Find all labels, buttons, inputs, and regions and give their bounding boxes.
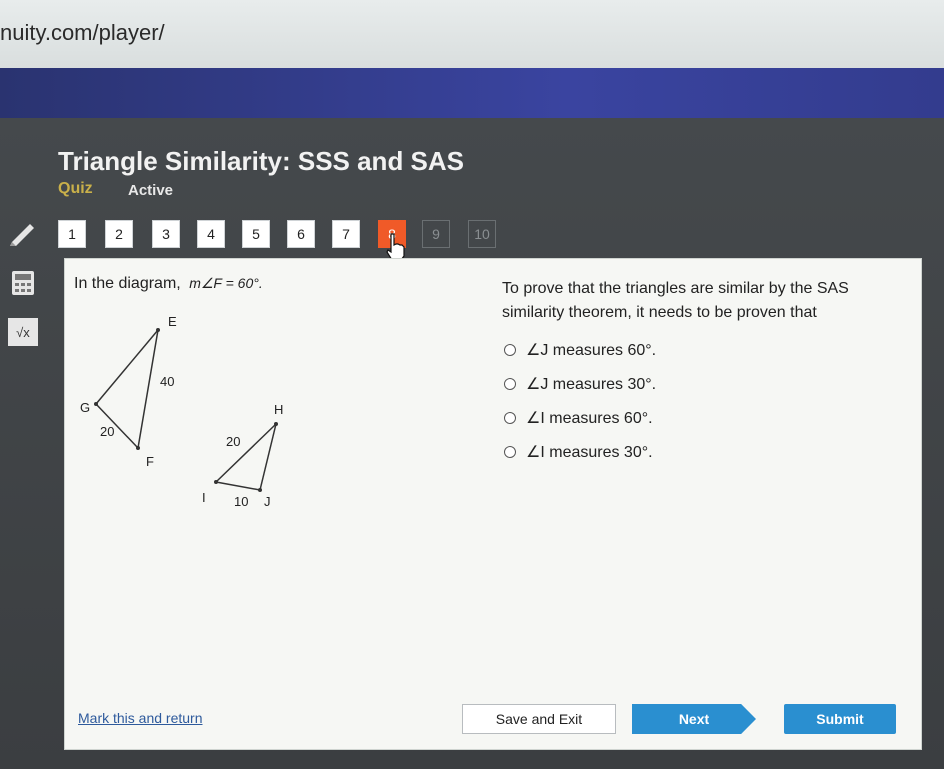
next-button[interactable]: Next (632, 704, 756, 734)
answer-option-2[interactable]: ∠J measures 30°. (504, 374, 656, 394)
answer-option-1[interactable]: ∠J measures 60°. (504, 340, 656, 360)
side-label-hi: 20 (226, 434, 240, 449)
vertex-label-f: F (146, 454, 154, 469)
save-and-exit-button[interactable]: Save and Exit (462, 704, 616, 734)
pencil-icon[interactable] (6, 218, 40, 248)
vertex-label-h: H (274, 402, 283, 417)
activity-type-label: Quiz (58, 180, 93, 197)
browser-address-bar[interactable]: nuity.com/player/ (0, 0, 944, 68)
radio-button[interactable] (504, 446, 516, 458)
question-button-10[interactable]: 10 (468, 220, 496, 248)
page-title: Triangle Similarity: SSS and SAS (58, 146, 465, 176)
answer-option-3[interactable]: ∠I measures 60°. (504, 408, 653, 428)
triangle-diagram: E G F 40 20 H I J 20 10 (70, 300, 320, 520)
question-button-9[interactable]: 9 (422, 220, 450, 248)
vertex-label-g: G (80, 400, 90, 415)
calculator-icon[interactable] (6, 268, 40, 298)
question-prompt: To prove that the triangles are similar … (502, 280, 849, 321)
site-banner (0, 68, 944, 118)
question-button-3[interactable]: 3 (152, 220, 180, 248)
question-button-4[interactable]: 4 (197, 220, 225, 248)
side-label-ef: 40 (160, 374, 174, 389)
status-badge: Active (128, 182, 174, 199)
question-button-2[interactable]: 2 (105, 220, 133, 248)
side-label-gf: 20 (100, 424, 114, 439)
option-label: ∠J measures 60°. (526, 342, 657, 359)
question-button-5[interactable]: 5 (242, 220, 270, 248)
sqrt-formula-icon[interactable]: √x (8, 318, 38, 346)
question-button-7[interactable]: 7 (332, 220, 360, 248)
question-button-1[interactable]: 1 (58, 220, 86, 248)
option-label: ∠J measures 30°. (526, 376, 657, 393)
triangle-hij: H I J 20 10 (202, 402, 283, 509)
vertex-label-e: E (168, 314, 177, 329)
mark-and-return-link[interactable]: Mark this and return (78, 710, 203, 726)
radio-button[interactable] (504, 378, 516, 390)
vertex-label-j: J (264, 494, 271, 509)
side-label-ij: 10 (234, 494, 248, 509)
question-button-6[interactable]: 6 (287, 220, 315, 248)
radio-button[interactable] (504, 412, 516, 424)
submit-button[interactable]: Submit (784, 704, 896, 734)
vertex-label-i: I (202, 490, 206, 505)
stem-text: In the diagram, (74, 275, 181, 292)
option-label: ∠I measures 30°. (526, 444, 653, 461)
triangle-efg: E G F 40 20 (80, 314, 177, 469)
answer-option-4[interactable]: ∠I measures 30°. (504, 442, 653, 462)
stem-math: m∠F = 60°. (189, 275, 263, 291)
option-label: ∠I measures 60°. (526, 410, 653, 427)
url-text[interactable]: nuity.com/player/ (0, 20, 165, 46)
radio-button[interactable] (504, 344, 516, 356)
question-stem: In the diagram, m∠F = 60°. (74, 275, 263, 293)
